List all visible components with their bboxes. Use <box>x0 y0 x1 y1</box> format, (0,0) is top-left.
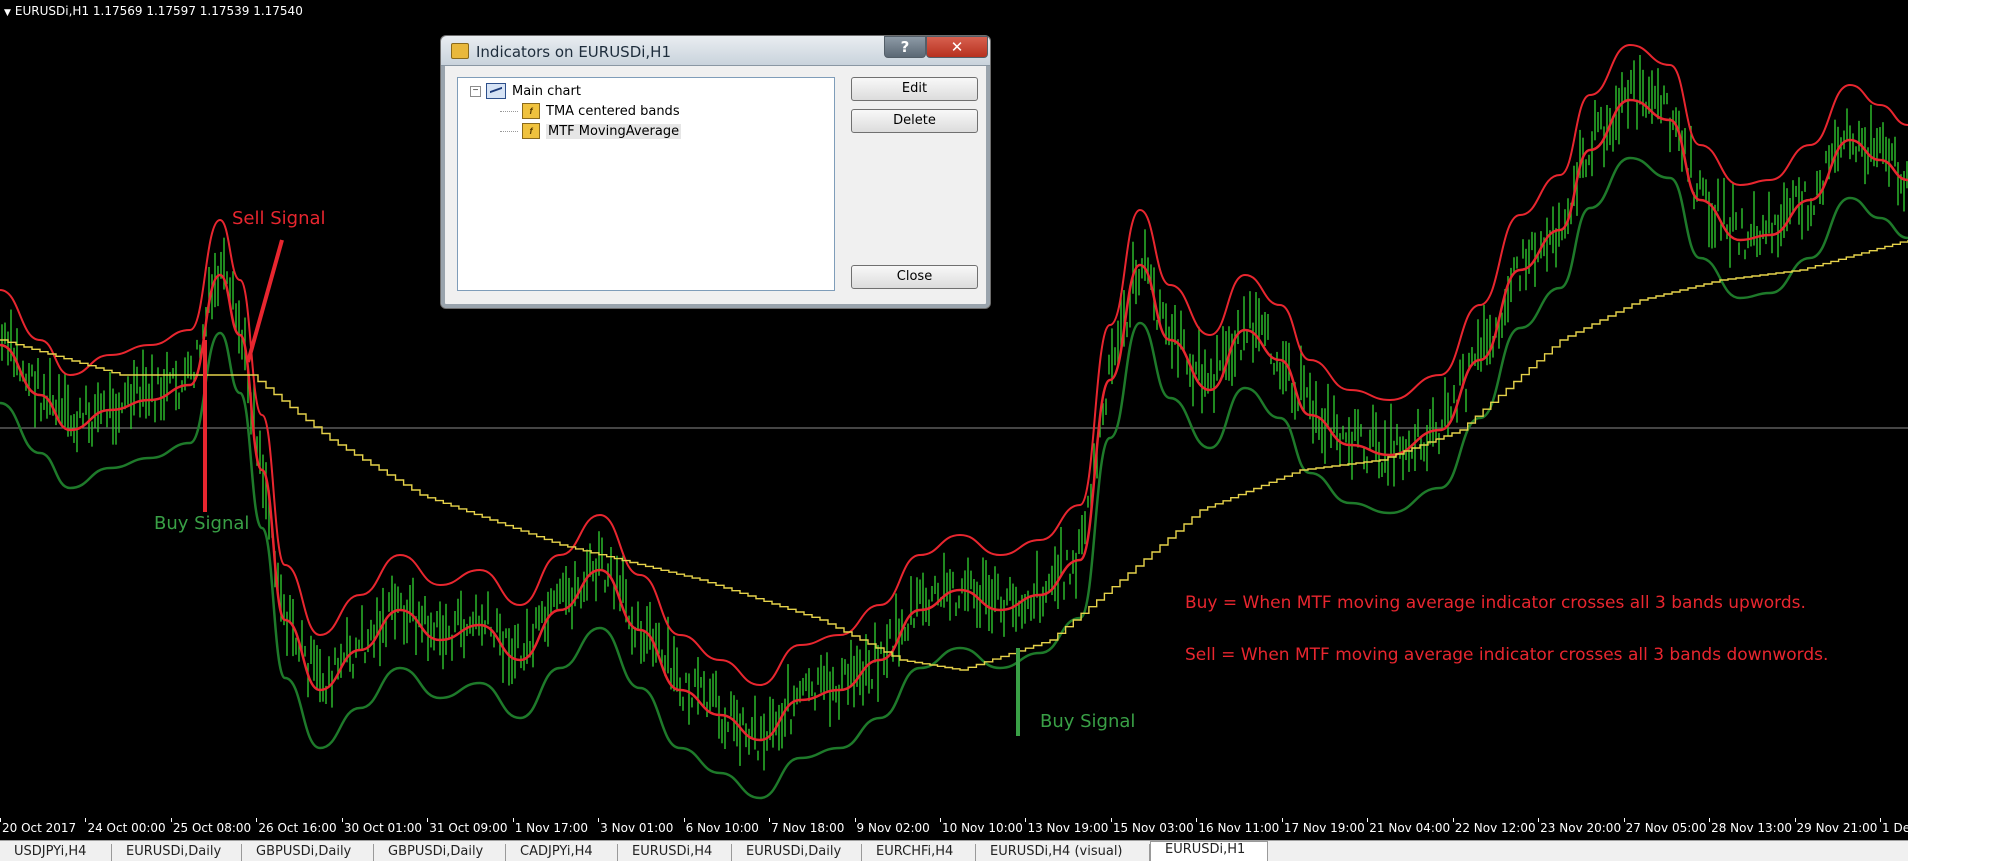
chart-tab[interactable]: USDJPYi,H4 <box>0 844 112 861</box>
time-tick-label: 15 Nov 03:00 <box>1112 821 1194 835</box>
time-tick-label: 27 Nov 05:00 <box>1625 821 1707 835</box>
time-tick-label: 31 Oct 09:00 <box>429 821 508 835</box>
tree-node-mtf-ma[interactable]: f MTF MovingAverage <box>500 122 682 140</box>
dialog-titlebar[interactable]: Indicators on EURUSDi,H1 ? ✕ <box>441 36 990 66</box>
dropdown-triangle-icon[interactable]: ▼ <box>4 8 11 18</box>
chart-tab[interactable]: EURUSDi,Daily <box>732 844 862 861</box>
time-tick-label: 23 Nov 20:00 <box>1540 821 1622 835</box>
time-tick-label: 28 Nov 13:00 <box>1711 821 1792 835</box>
time-tick <box>1110 818 1112 822</box>
tree-node-tma[interactable]: f TMA centered bands <box>500 102 680 120</box>
time-tick <box>1709 818 1711 822</box>
close-button[interactable]: Close <box>851 265 978 289</box>
time-axis: 20 Oct 2017 24 Oct 00:00 25 Oct 08:00 26 Oc… <box>0 818 1908 838</box>
tree-node-label: Main chart <box>512 83 581 99</box>
chart-tab[interactable]: EURUSDi,H4 (visual) <box>976 844 1150 861</box>
tree-node-label: MTF MovingAverage <box>546 123 682 139</box>
chart-tab[interactable]: EURUSDi,H1 <box>1150 841 1268 861</box>
buy-rule-text: Buy = When MTF moving average indicator … <box>1185 593 1806 613</box>
time-tick <box>1794 818 1796 822</box>
custom-indicator-icon: f <box>522 123 540 139</box>
time-tick-label: 24 Oct 00:00 <box>87 821 166 835</box>
time-tick <box>1452 818 1454 822</box>
chart-tab[interactable]: CADJPYi,H4 <box>506 844 618 861</box>
time-tick <box>341 818 343 822</box>
close-window-button[interactable]: ✕ <box>926 36 988 58</box>
time-tick <box>854 818 856 822</box>
time-tick-label: 17 Nov 19:00 <box>1283 821 1365 835</box>
time-tick-label: 20 Oct 2017 <box>2 821 77 835</box>
symbol-text: EURUSDi,H1 1.17569 1.17597 1.17539 1.175… <box>14 4 303 18</box>
time-tick <box>683 818 685 822</box>
symbol-label: ▼ EURUSDi,H1 1.17569 1.17597 1.17539 1.17… <box>4 4 303 18</box>
time-tick <box>1538 818 1540 822</box>
time-tick-label: 9 Nov 02:00 <box>856 821 930 835</box>
chart-tab-bar[interactable]: USDJPYi,H4 EURUSDi,Daily GBPUSDi,Daily GBPU… <box>0 840 1908 861</box>
time-tick <box>85 818 87 822</box>
sell-rule-text: Sell = When MTF moving average indicator… <box>1185 645 1829 665</box>
time-tick <box>256 818 258 822</box>
time-tick-label: 26 Oct 16:00 <box>258 821 337 835</box>
chart-tab[interactable]: EURUSDi,H4 <box>618 844 732 861</box>
tree-connector <box>500 130 518 132</box>
time-tick-label: 22 Nov 12:00 <box>1454 821 1536 835</box>
price-chart[interactable]: ▼ EURUSDi,H1 1.17569 1.17597 1.17539 1.17… <box>0 0 1908 840</box>
chart-tab[interactable]: GBPUSDi,Daily <box>242 844 374 861</box>
buy-signal-label-2: Buy Signal <box>1040 711 1136 732</box>
collapse-icon[interactable]: − <box>470 85 481 97</box>
time-tick <box>1025 818 1027 822</box>
buy-signal-label-1: Buy Signal <box>154 513 250 534</box>
time-tick-label: 1 Dec 05: <box>1882 821 1908 835</box>
time-tick <box>0 818 1 822</box>
chart-window-icon <box>486 83 506 99</box>
time-tick-label: 21 Nov 04:00 <box>1369 821 1451 835</box>
indicators-window-icon <box>451 43 469 59</box>
time-tick <box>1880 818 1881 822</box>
time-tick <box>512 818 514 822</box>
time-tick <box>427 818 429 822</box>
indicators-dialog[interactable]: Indicators on EURUSDi,H1 ? ✕ − Main char… <box>440 35 991 309</box>
time-tick-label: 29 Nov 21:00 <box>1796 821 1878 835</box>
time-tick <box>1623 818 1625 822</box>
time-tick-label: 25 Oct 08:00 <box>172 821 252 835</box>
time-tick-label: 30 Oct 01:00 <box>343 821 423 835</box>
time-tick-label: 6 Nov 10:00 <box>685 821 759 835</box>
custom-indicator-icon: f <box>522 103 540 119</box>
time-tick <box>1367 818 1369 822</box>
tree-node-label: TMA centered bands <box>546 103 680 119</box>
sell-signal-label: Sell Signal <box>232 208 326 229</box>
sell-signal-marker <box>246 239 284 363</box>
delete-button[interactable]: Delete <box>851 109 978 133</box>
chart-tab[interactable]: GBPUSDi,Daily <box>374 844 506 861</box>
time-tick <box>940 818 941 822</box>
time-tick-label: 10 Nov 10:00 <box>942 821 1023 835</box>
time-tick-label: 1 Nov 17:00 <box>514 821 588 835</box>
time-tick-label: 13 Nov 19:00 <box>1027 821 1109 835</box>
tree-node-main-chart[interactable]: − Main chart <box>470 82 581 100</box>
time-tick <box>1196 818 1198 822</box>
chart-tab[interactable]: EURCHFi,H4 <box>862 844 976 861</box>
time-tick <box>598 818 600 822</box>
time-tick-label: 7 Nov 18:00 <box>771 821 845 835</box>
time-tick <box>769 818 771 822</box>
dialog-title: Indicators on EURUSDi,H1 <box>476 43 672 61</box>
time-tick-label: 16 Nov 11:00 <box>1198 821 1280 835</box>
time-tick-label: 3 Nov 01:00 <box>600 821 674 835</box>
indicator-tree[interactable]: − Main chart f TMA centered bands f MTF … <box>457 77 835 291</box>
time-tick <box>1281 818 1283 822</box>
tree-connector <box>500 110 518 112</box>
chart-tab[interactable]: EURUSDi,Daily <box>112 844 242 861</box>
time-tick <box>170 818 172 822</box>
edit-button[interactable]: Edit <box>851 77 978 101</box>
help-button[interactable]: ? <box>884 36 926 58</box>
